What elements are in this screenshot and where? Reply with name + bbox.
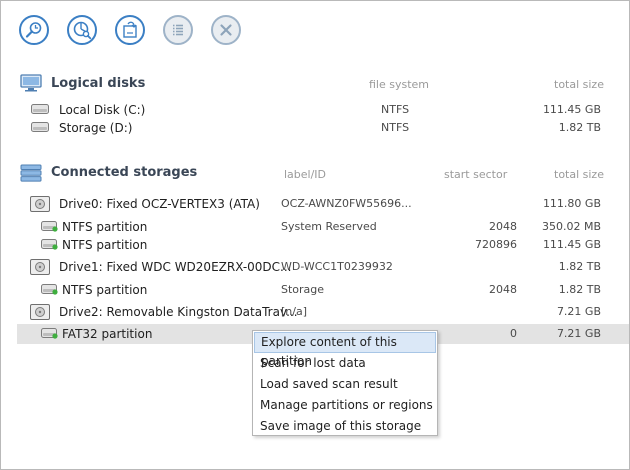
- drive-label: WD-WCC1T0239932: [281, 260, 393, 273]
- partition-name: NTFS partition: [62, 220, 148, 234]
- drive-name: Drive2: Removable Kingston DataTrav...: [59, 305, 298, 319]
- menu-item-manage-partitions[interactable]: Manage partitions or regions: [254, 395, 436, 416]
- logical-disk-size: 1.82 TB: [558, 121, 601, 134]
- partition-size: 350.02 MB: [541, 220, 601, 233]
- analyze-button[interactable]: [67, 15, 97, 45]
- partition-size: 1.82 TB: [558, 283, 601, 296]
- close-button[interactable]: [211, 15, 241, 45]
- partition-icon: [41, 328, 58, 339]
- drive-icon: [30, 259, 50, 275]
- hard-disk-icon: [31, 122, 49, 132]
- main-window: Logical disks file system total size Loc…: [0, 0, 630, 470]
- partition-size: 7.21 GB: [556, 327, 601, 340]
- load-scan-button[interactable]: [115, 15, 145, 45]
- close-icon: [220, 24, 232, 36]
- partition-row[interactable]: NTFS partition Storage 2048 1.82 TB: [17, 280, 629, 300]
- search-button[interactable]: [19, 15, 49, 45]
- drive-size: 111.80 GB: [542, 197, 601, 210]
- drive-row[interactable]: Drive2: Removable Kingston DataTrav... […: [17, 302, 629, 322]
- menu-item-load-scan[interactable]: Load saved scan result: [254, 374, 436, 395]
- col-label-id: label/ID: [284, 168, 327, 181]
- partition-row[interactable]: NTFS partition 720896 111.45 GB: [17, 235, 629, 255]
- logical-disk-name: Local Disk (C:): [59, 103, 146, 117]
- list-button[interactable]: [163, 15, 193, 45]
- partition-name: NTFS partition: [62, 283, 148, 297]
- monitor-icon: [20, 74, 42, 92]
- drive-size: 1.82 TB: [558, 260, 601, 273]
- load-scan-icon: [123, 21, 137, 38]
- menu-item-scan[interactable]: Scan for lost data: [254, 353, 436, 374]
- partition-row[interactable]: NTFS partition System Reserved 2048 350.…: [17, 217, 629, 237]
- col-file-system: file system: [369, 78, 430, 91]
- partition-label: System Reserved: [281, 220, 377, 233]
- partition-icon: [41, 221, 58, 232]
- pie-chart-search-icon: [73, 21, 92, 40]
- drive-name: Drive0: Fixed OCZ-VERTEX3 (ATA): [59, 197, 260, 211]
- col-total-size: total size: [554, 168, 604, 181]
- partition-start-sector: 2048: [489, 283, 517, 296]
- menu-item-save-image[interactable]: Save image of this storage: [254, 416, 436, 437]
- drive-icon: [30, 196, 50, 212]
- menu-item-explore[interactable]: Explore content of this partition: [254, 332, 436, 368]
- drive-icon: [30, 304, 50, 320]
- connected-storages-title: Connected storages: [51, 165, 198, 180]
- partition-name: FAT32 partition: [62, 327, 153, 341]
- partition-name: NTFS partition: [62, 238, 148, 252]
- list-icon: [173, 24, 183, 36]
- partition-start-sector: 720896: [475, 238, 517, 251]
- drive-name: Drive1: Fixed WDC WD20EZRX-00DC...: [59, 260, 292, 274]
- partition-start-sector: 0: [510, 327, 517, 340]
- hard-disk-icon: [31, 104, 49, 114]
- logical-disk-size: 111.45 GB: [542, 103, 601, 116]
- col-total-size: total size: [554, 78, 604, 91]
- logical-disk-fs: NTFS: [381, 103, 410, 116]
- partition-icon: [41, 239, 58, 250]
- context-menu: Explore content of this partition Scan f…: [252, 330, 438, 436]
- logical-disk-row[interactable]: Storage (D:) NTFS 1.82 TB: [17, 118, 629, 138]
- drive-size: 7.21 GB: [556, 305, 601, 318]
- partition-label: Storage: [281, 283, 325, 296]
- drive-label: OCZ-AWNZ0FW55696...: [281, 197, 412, 210]
- logical-disks-title: Logical disks: [51, 76, 146, 91]
- partition-icon: [41, 284, 58, 295]
- drive-row[interactable]: Drive1: Fixed WDC WD20EZRX-00DC... WD-WC…: [17, 257, 629, 277]
- logical-disk-row[interactable]: Local Disk (C:) NTFS 111.45 GB: [17, 100, 629, 120]
- storages-icon: [20, 164, 42, 182]
- logical-disk-fs: NTFS: [381, 121, 410, 134]
- partition-size: 111.45 GB: [542, 238, 601, 251]
- col-start-sector: start sector: [444, 168, 508, 181]
- logical-disk-name: Storage (D:): [59, 121, 133, 135]
- drive-label: [n/a]: [281, 305, 308, 318]
- partition-start-sector: 2048: [489, 220, 517, 233]
- drive-row[interactable]: Drive0: Fixed OCZ-VERTEX3 (ATA) OCZ-AWNZ…: [17, 194, 629, 214]
- search-icon: [25, 22, 42, 38]
